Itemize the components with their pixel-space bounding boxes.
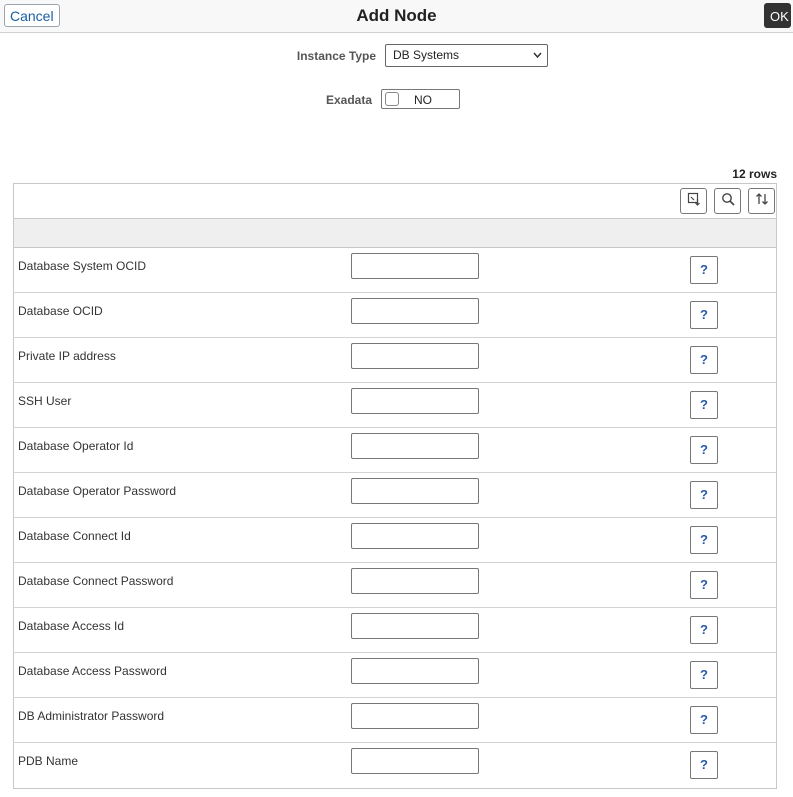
- help-button[interactable]: ?: [690, 301, 718, 329]
- table-row: Database Connect Id?: [14, 518, 776, 563]
- table-row: PDB Name?: [14, 743, 776, 788]
- chevron-down-icon: [533, 45, 542, 74]
- exadata-toggle-value: NO: [414, 93, 432, 107]
- download-button[interactable]: [680, 188, 707, 214]
- row-label: Database Operator Id: [18, 439, 134, 453]
- row-label: Database Connect Id: [18, 529, 131, 543]
- row-label: Database OCID: [18, 304, 103, 318]
- exadata-toggle[interactable]: NO: [381, 89, 460, 109]
- help-button[interactable]: ?: [690, 526, 718, 554]
- row-value-input[interactable]: [351, 568, 479, 594]
- table-row: Private IP address?: [14, 338, 776, 383]
- modal-header: Cancel Add Node OK: [0, 0, 793, 33]
- table-row: Database Access Id?: [14, 608, 776, 653]
- help-button[interactable]: ?: [690, 481, 718, 509]
- row-label: Database Access Password: [18, 664, 167, 678]
- table-row: Database OCID?: [14, 293, 776, 338]
- help-button[interactable]: ?: [690, 661, 718, 689]
- row-label: Database Connect Password: [18, 574, 174, 588]
- help-button[interactable]: ?: [690, 436, 718, 464]
- row-value-input[interactable]: [351, 298, 479, 324]
- download-icon: [687, 192, 701, 211]
- grid-rows: Database System OCID? Database OCID? Priva…: [14, 248, 776, 788]
- page-title: Add Node: [356, 6, 437, 25]
- ok-button[interactable]: OK: [764, 3, 791, 28]
- instance-type-value: DB Systems: [393, 48, 460, 62]
- node-grid: Database System OCID? Database OCID? Priva…: [13, 183, 777, 789]
- table-row: Database Operator Id?: [14, 428, 776, 473]
- row-label: Database System OCID: [18, 259, 147, 273]
- row-value-input[interactable]: [351, 433, 479, 459]
- row-value-input[interactable]: [351, 748, 479, 774]
- table-row: Database Connect Password?: [14, 563, 776, 608]
- row-label: SSH User: [18, 394, 72, 408]
- instance-type-select[interactable]: DB Systems: [385, 44, 548, 67]
- row-label: Database Operator Password: [18, 484, 177, 498]
- sort-icon: [755, 192, 769, 211]
- row-label: PDB Name: [18, 754, 79, 768]
- help-button[interactable]: ?: [690, 616, 718, 644]
- help-button[interactable]: ?: [690, 391, 718, 419]
- row-label: Private IP address: [18, 349, 116, 363]
- search-button[interactable]: [714, 188, 741, 214]
- table-row: Database Access Password?: [14, 653, 776, 698]
- toggle-knob: [385, 92, 399, 106]
- help-button[interactable]: ?: [690, 751, 718, 779]
- help-button[interactable]: ?: [690, 706, 718, 734]
- row-label: DB Administrator Password: [18, 709, 165, 723]
- search-icon: [721, 192, 735, 211]
- row-value-input[interactable]: [351, 388, 479, 414]
- row-value-input[interactable]: [351, 613, 479, 639]
- row-value-input[interactable]: [351, 478, 479, 504]
- exadata-label: Exadata: [325, 93, 372, 107]
- row-value-input[interactable]: [351, 343, 479, 369]
- instance-type-label: Instance Type: [296, 49, 376, 63]
- table-row: SSH User?: [14, 383, 776, 428]
- rows-count: 12 rows: [732, 167, 777, 181]
- row-value-input[interactable]: [351, 523, 479, 549]
- table-row: DB Administrator Password?: [14, 698, 776, 743]
- help-button[interactable]: ?: [690, 346, 718, 374]
- table-row: Database System OCID?: [14, 248, 776, 293]
- grid-header-row: [14, 219, 776, 248]
- row-label: Database Access Id: [18, 619, 125, 633]
- row-value-input[interactable]: [351, 703, 479, 729]
- grid-toolbar: [14, 184, 776, 219]
- help-button[interactable]: ?: [690, 571, 718, 599]
- row-value-input[interactable]: [351, 253, 479, 279]
- help-button[interactable]: ?: [690, 256, 718, 284]
- table-row: Database Operator Password?: [14, 473, 776, 518]
- row-value-input[interactable]: [351, 658, 479, 684]
- sort-button[interactable]: [748, 188, 775, 214]
